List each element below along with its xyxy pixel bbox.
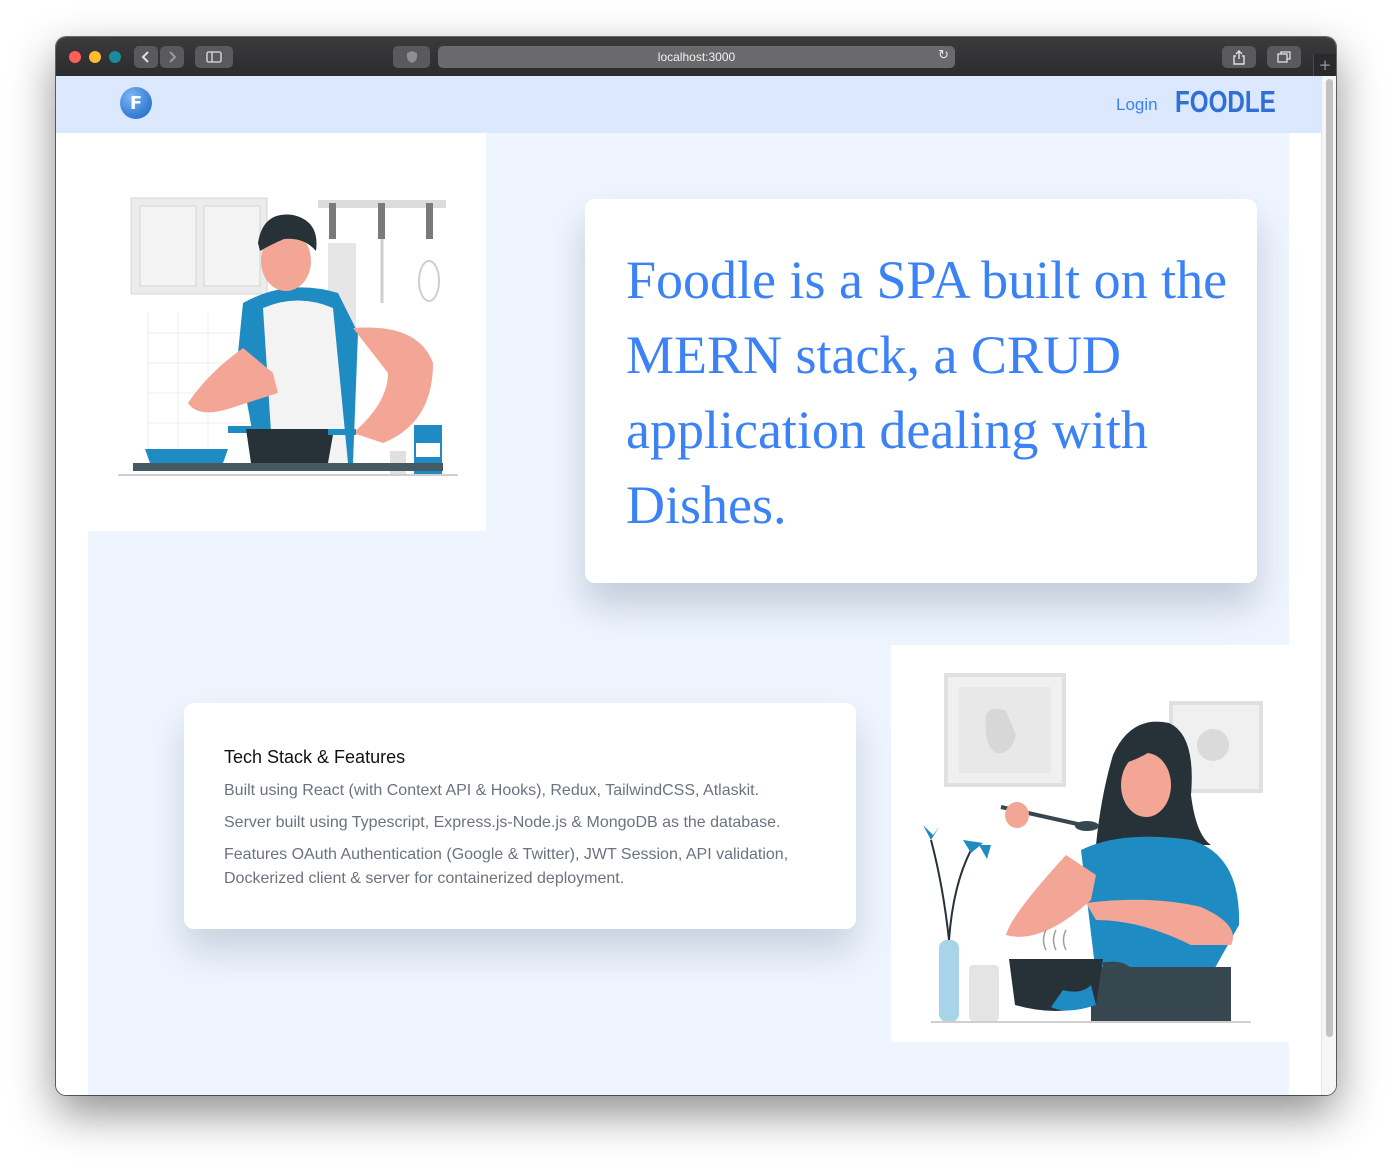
sidebar-icon: [206, 51, 222, 63]
chevron-right-icon: [169, 51, 177, 63]
browser-window: localhost:3000 ↻ + F Login FOODLE Foodle…: [56, 37, 1336, 1095]
feature-line-frontend: Built using React (with Context API & Ho…: [224, 782, 760, 799]
browser-toolbar: localhost:3000 ↻ +: [56, 37, 1336, 77]
privacy-button[interactable]: [393, 46, 430, 68]
share-button[interactable]: [1222, 46, 1256, 68]
tabs-icon: [1277, 51, 1291, 63]
feature-line-auth: Features OAuth Authentication (Google & …: [224, 846, 789, 887]
shield-icon: [406, 51, 417, 63]
page-viewport: F Login FOODLE Foodle is a SPA built on …: [56, 76, 1336, 1095]
login-link[interactable]: Login: [1116, 95, 1158, 115]
minimize-window-button[interactable]: [89, 51, 101, 63]
hero-description: Foodle is a SPA built on the MERN stack,…: [626, 250, 1228, 535]
brand-wordmark[interactable]: FOODLE: [1175, 84, 1276, 120]
woman-tasting-food-illustration: [891, 645, 1289, 1042]
tech-stack-card: Tech Stack & Features Built using React …: [184, 703, 856, 929]
close-window-button[interactable]: [69, 51, 81, 63]
share-icon: [1233, 49, 1245, 65]
hero-card: Foodle is a SPA built on the MERN stack,…: [585, 199, 1257, 583]
navbar: F Login FOODLE: [56, 76, 1321, 133]
chevron-left-icon: [141, 51, 149, 63]
url-text: localhost:3000: [657, 50, 736, 64]
plus-icon: +: [1318, 56, 1332, 74]
app-logo[interactable]: F: [120, 87, 152, 119]
feature-line-backend: Server built using Typescript, Express.j…: [224, 814, 781, 831]
vertical-scrollbar[interactable]: [1321, 76, 1336, 1095]
sidebar-toggle-button[interactable]: [195, 46, 233, 68]
man-cooking-illustration: [88, 133, 486, 531]
main-content: Foodle is a SPA built on the MERN stack,…: [88, 133, 1289, 1095]
forward-button[interactable]: [160, 46, 184, 68]
address-bar[interactable]: localhost:3000 ↻: [438, 46, 955, 68]
back-button[interactable]: [134, 46, 158, 68]
logo-letter: F: [129, 92, 143, 114]
reload-icon[interactable]: ↻: [938, 48, 949, 63]
new-tab-button[interactable]: +: [1313, 54, 1336, 76]
zoom-window-button[interactable]: [109, 51, 121, 63]
scrollbar-thumb[interactable]: [1326, 79, 1333, 1037]
tech-stack-title: Tech Stack & Features: [224, 747, 406, 767]
tabs-button[interactable]: [1267, 46, 1301, 68]
